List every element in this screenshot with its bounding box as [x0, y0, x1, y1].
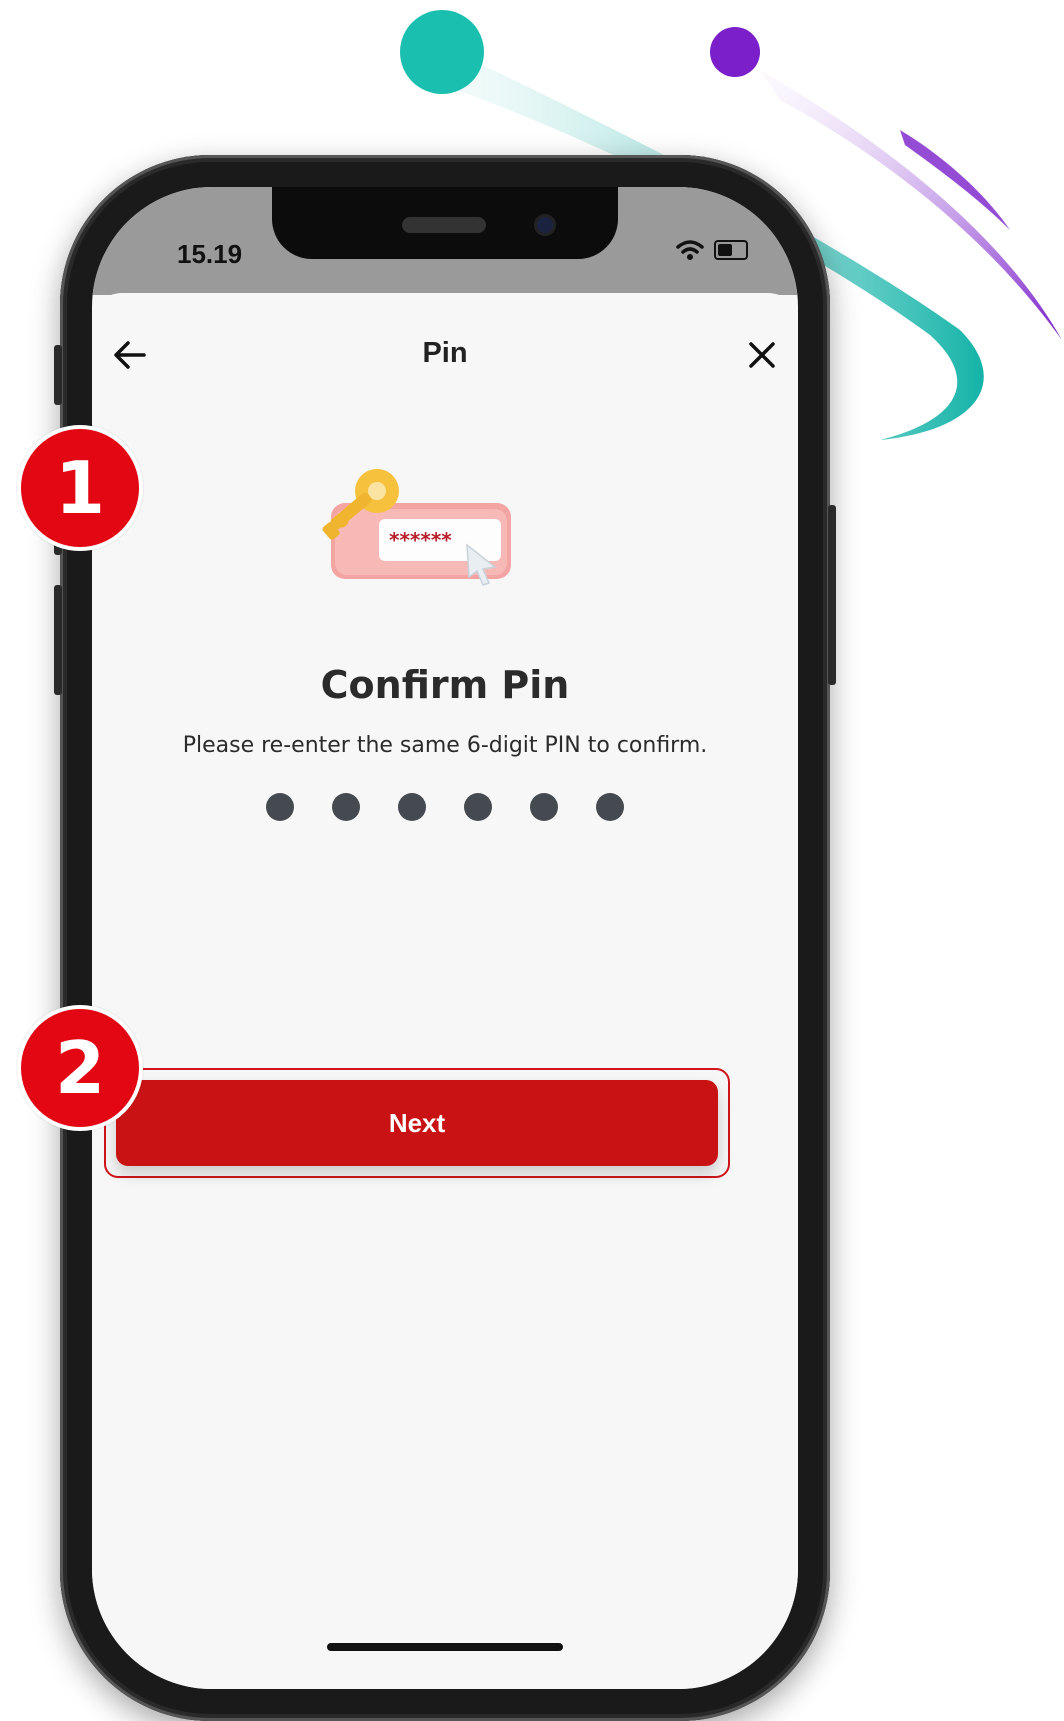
battery-icon — [714, 240, 748, 260]
pin-dot — [332, 793, 360, 821]
camera-icon — [534, 214, 556, 236]
close-icon — [749, 342, 775, 368]
close-button[interactable] — [738, 331, 786, 379]
home-indicator[interactable] — [327, 1643, 563, 1651]
confirm-subtitle: Please re-enter the same 6-digit PIN to … — [182, 733, 708, 758]
pin-indicator[interactable] — [92, 793, 798, 821]
key-password-icon: ****** — [322, 469, 511, 586]
stage: 15.19 Pin ****** Confirm Pin Please re-e… — [0, 0, 1064, 1721]
next-button[interactable]: Next — [116, 1080, 718, 1166]
status-time: 15.19 — [177, 239, 243, 269]
pin-dot — [266, 793, 294, 821]
phone-frame: 15.19 Pin ****** Confirm Pin Please re-e… — [54, 155, 836, 1721]
phone-screen: 15.19 Pin ****** Confirm Pin Please re-e… — [92, 187, 798, 1689]
speaker — [402, 217, 486, 233]
illustration-mask: ****** — [389, 528, 452, 552]
phone-side-button — [54, 345, 62, 405]
pin-dot — [464, 793, 492, 821]
notch — [272, 187, 618, 259]
pin-dot — [530, 793, 558, 821]
pin-dot — [398, 793, 426, 821]
pin-sheet: Pin ****** Confirm Pin Please re-enter t… — [92, 293, 798, 1689]
phone-side-button — [828, 505, 836, 685]
page-title: Pin — [422, 337, 468, 369]
pin-dot — [596, 793, 624, 821]
status-icons — [676, 239, 748, 261]
step-badge-1: 1 — [17, 425, 143, 551]
next-button-highlight: Next — [104, 1068, 730, 1178]
wifi-icon — [676, 240, 704, 260]
phone-side-button — [54, 585, 62, 695]
confirm-title: Confirm Pin — [320, 663, 570, 707]
step-badge-2: 2 — [17, 1005, 143, 1131]
